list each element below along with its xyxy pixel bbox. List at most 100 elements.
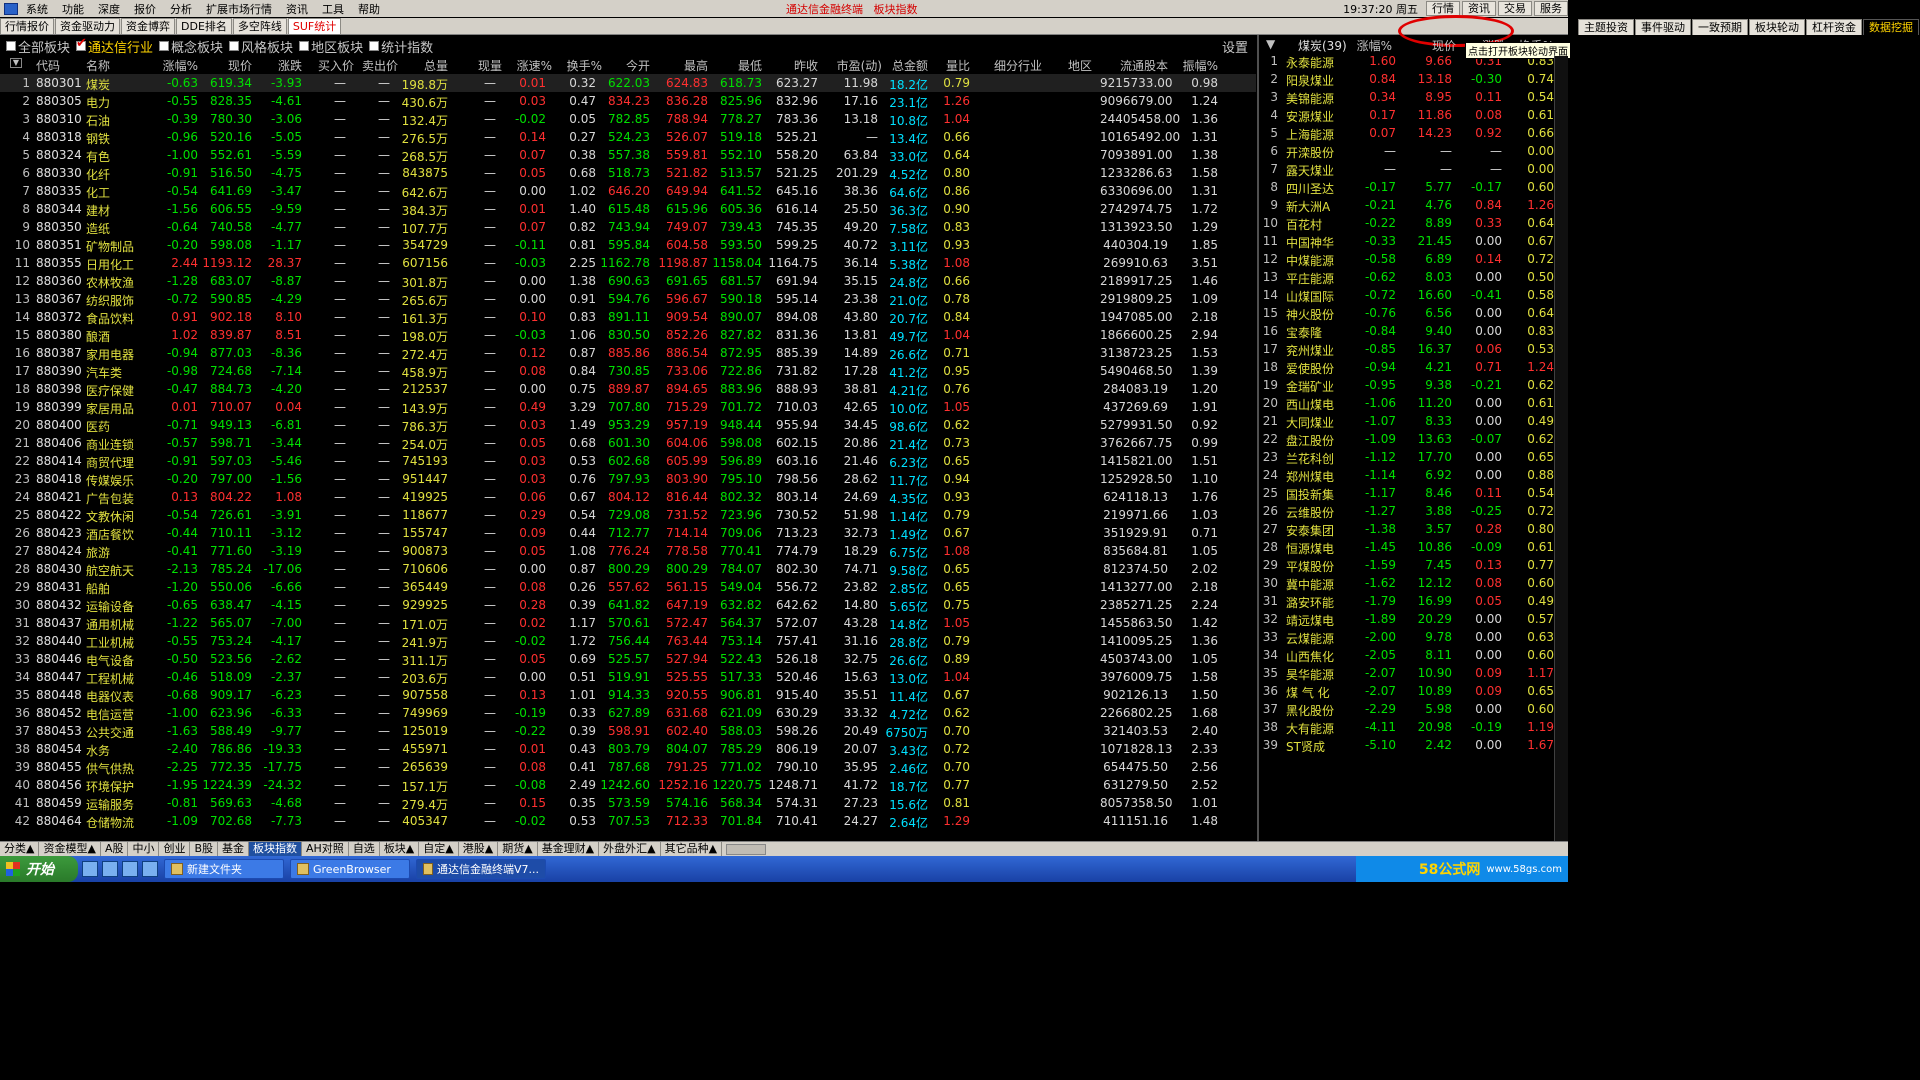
table-row[interactable]: 15 880380 酿酒 1.02 839.87 8.51 — — 198.0万 — -0.03 1.… — [0, 326, 1256, 344]
table-row[interactable]: 3 880310 石油 -0.39 780.30 -3.06 — — 132.4万 — -0.02 0… — [0, 110, 1256, 128]
menu-item[interactable]: 资讯 — [278, 1, 314, 17]
panel-divider[interactable] — [1257, 35, 1259, 841]
table-row[interactable]: 13 880367 纺织服饰 -0.72 590.85 -4.29 — — 265.6万 — 0.0… — [0, 290, 1256, 308]
table-row[interactable]: 33 880446 电气设备 -0.50 523.56 -2.62 — — 311.1万 — 0.0… — [0, 650, 1256, 668]
table-row[interactable]: 42 880464 仓储物流 -1.09 702.68 -7.73 — — 405347 — -0.… — [0, 812, 1256, 830]
panel-expand-icon[interactable]: ▼ — [1266, 37, 1275, 51]
menu-item[interactable]: 扩展市场行情 — [198, 1, 278, 17]
constituent-row[interactable]: 37 黑化股份 -2.29 5.98 0.00 0.60 — [1260, 700, 1560, 718]
constituent-row[interactable]: 34 山西焦化 -2.05 8.11 0.00 0.60 — [1260, 646, 1560, 664]
constituent-row[interactable]: 14 山煤国际 -0.72 16.60 -0.41 0.58 — [1260, 286, 1560, 304]
right-tab-2[interactable]: 一致预期 — [1692, 19, 1748, 35]
filter-checkbox[interactable] — [229, 41, 240, 51]
table-row[interactable]: 26 880423 酒店餐饮 -0.44 710.11 -3.12 — — 155747 — 0.0… — [0, 524, 1256, 542]
table-row[interactable]: 38 880454 水务 -2.40 786.86 -19.33 — — 455971 — 0.01… — [0, 740, 1256, 758]
table-row[interactable]: 17 880390 汽车类 -0.98 724.68 -7.14 — — 458.9万 — 0.08… — [0, 362, 1256, 380]
filter-2[interactable]: 概念板块 — [159, 37, 223, 56]
filter-checkbox[interactable] — [299, 41, 310, 51]
market-tab-2[interactable]: A股 — [101, 842, 129, 856]
constituent-row[interactable]: 22 盘江股份 -1.09 13.63 -0.07 0.62 — [1260, 430, 1560, 448]
constituent-row[interactable]: 6 开滦股份 — — — 0.00 — [1260, 142, 1560, 160]
table-row[interactable]: 18 880398 医疗保健 -0.47 884.73 -4.20 — — 212537 — 0.0… — [0, 380, 1256, 398]
tab-0[interactable]: 行情报价 — [0, 18, 54, 34]
col-header-12[interactable]: 最高 — [654, 57, 708, 74]
constituent-row[interactable]: 13 平庄能源 -0.62 8.03 0.00 0.50 — [1260, 268, 1560, 286]
filter-3[interactable]: 风格板块 — [229, 37, 293, 56]
table-row[interactable]: 12 880360 农林牧渔 -1.28 683.07 -8.87 — — 301.8万 — 0.0… — [0, 272, 1256, 290]
market-tab-3[interactable]: 中小 — [128, 842, 160, 856]
tab-4[interactable]: 多空阵线 — [232, 18, 287, 34]
constituent-row[interactable]: 23 兰花科创 -1.12 17.70 0.00 0.65 — [1260, 448, 1560, 466]
market-tab-12[interactable]: 港股▲ — [459, 842, 499, 856]
table-row[interactable]: 7 880335 化工 -0.54 641.69 -3.47 — — 642.6万 — 0.00 1.… — [0, 182, 1256, 200]
table-row[interactable]: 39 880455 供气供热 -2.25 772.35 -17.75 — — 265639 — 0.… — [0, 758, 1256, 776]
market-tab-16[interactable]: 其它品种▲ — [661, 842, 723, 856]
col-header-13[interactable]: 最低 — [710, 57, 762, 74]
market-tab-11[interactable]: 自定▲ — [419, 842, 459, 856]
table-row[interactable]: 20 880400 医药 -0.71 949.13 -6.81 — — 786.3万 — 0.03 1… — [0, 416, 1256, 434]
col-header-16[interactable]: 总金额 — [880, 57, 928, 74]
table-row[interactable]: 29 880431 船舶 -1.20 550.06 -6.66 — — 365449 — 0.08 0… — [0, 578, 1256, 596]
settings-button[interactable]: 设置 — [1222, 37, 1248, 56]
vertical-scrollbar[interactable] — [1554, 56, 1568, 841]
constituent-row[interactable]: 36 煤 气 化 -2.07 10.89 0.09 0.65 — [1260, 682, 1560, 700]
constituent-row[interactable]: 7 露天煤业 — — — 0.00 — [1260, 160, 1560, 178]
filter-checkbox[interactable] — [76, 36, 87, 51]
task-button-2[interactable]: 通达信金融终端V7... — [416, 859, 546, 879]
filter-checkbox[interactable] — [159, 41, 170, 51]
table-row[interactable]: 8 880344 建材 -1.56 606.55 -9.59 — — 384.3万 — 0.01 1.… — [0, 200, 1256, 218]
constituent-row[interactable]: 9 新大洲A -0.21 4.76 0.84 1.26 — [1260, 196, 1560, 214]
col-header-14[interactable]: 昨收 — [766, 57, 818, 74]
constituent-row[interactable]: 39 ST贤成 -5.10 2.42 0.00 1.67 — [1260, 736, 1560, 754]
col-header-0[interactable]: 代码 — [36, 57, 86, 74]
table-row[interactable]: 14 880372 食品饮料 0.91 902.18 8.10 — — 161.3万 — 0.10 0… — [0, 308, 1256, 326]
table-row[interactable]: 27 880424 旅游 -0.41 771.60 -3.19 — — 900873 — 0.05 1… — [0, 542, 1256, 560]
constituent-row[interactable]: 29 平煤股份 -1.59 7.45 0.13 0.77 — [1260, 556, 1560, 574]
col-header-15[interactable]: 市盈(动) — [826, 57, 882, 74]
tab-3[interactable]: DDE排名 — [176, 18, 232, 34]
market-tab-0[interactable]: 分类▲ — [0, 842, 40, 856]
constituent-row[interactable]: 33 云煤能源 -2.00 9.78 0.00 0.63 — [1260, 628, 1560, 646]
constituent-row[interactable]: 2 阳泉煤业 0.84 13.18 -0.30 0.74 — [1260, 70, 1560, 88]
horizontal-scrollbar[interactable] — [726, 843, 767, 855]
table-row[interactable]: 6 880330 化纤 -0.91 516.50 -4.75 — — 843875 — 0.05 0.… — [0, 164, 1256, 182]
filter-5[interactable]: 统计指数 — [369, 37, 433, 56]
constituent-row[interactable]: 32 靖远煤电 -1.89 20.29 0.00 0.57 — [1260, 610, 1560, 628]
constituent-row[interactable]: 26 云维股份 -1.27 3.88 -0.25 0.72 — [1260, 502, 1560, 520]
col-header-6[interactable]: 卖出价 — [354, 57, 398, 74]
filter-checkbox[interactable] — [369, 41, 380, 51]
table-row[interactable]: 24 880421 广告包装 0.13 804.22 1.08 — — 419925 — 0.06 0… — [0, 488, 1256, 506]
constituent-row[interactable]: 10 百花村 -0.22 8.89 0.33 0.64 — [1260, 214, 1560, 232]
table-row[interactable]: 5 880324 有色 -1.00 552.61 -5.59 — — 268.5万 — 0.07 0.… — [0, 146, 1256, 164]
col-header-11[interactable]: 今开 — [600, 57, 650, 74]
constituent-row[interactable]: 5 上海能源 0.07 14.23 0.92 0.66 — [1260, 124, 1560, 142]
top-button[interactable]: 行情 — [1426, 1, 1460, 16]
top-button[interactable]: 资讯 — [1462, 1, 1496, 16]
market-tab-9[interactable]: 自选 — [349, 842, 380, 856]
constituent-row[interactable]: 20 西山煤电 -1.06 11.20 0.00 0.61 — [1260, 394, 1560, 412]
table-row[interactable]: 28 880430 航空航天 -2.13 785.24 -17.06 — — 710606 — 0.… — [0, 560, 1256, 578]
table-row[interactable]: 23 880418 传媒娱乐 -0.20 797.00 -1.56 — — 951447 — 0.0… — [0, 470, 1256, 488]
ie-icon[interactable] — [102, 861, 118, 877]
col-header-20[interactable]: 流通股本 — [1100, 57, 1168, 74]
tab-1[interactable]: 资金驱动力 — [55, 18, 120, 34]
market-tab-4[interactable]: 创业 — [159, 842, 191, 856]
col-header-1[interactable]: 名称 — [86, 57, 146, 74]
table-row[interactable]: 16 880387 家用电器 -0.94 877.03 -8.36 — — 272.4万 — 0.1… — [0, 344, 1256, 362]
constituent-row[interactable]: 17 兖州煤业 -0.85 16.37 0.06 0.53 — [1260, 340, 1560, 358]
col-header-3[interactable]: 现价 — [200, 57, 252, 74]
filter-4[interactable]: 地区板块 — [299, 37, 363, 56]
market-tab-14[interactable]: 基金理财▲ — [538, 842, 600, 856]
show-desktop-icon[interactable] — [82, 861, 98, 877]
table-row[interactable]: 30 880432 运输设备 -0.65 638.47 -4.15 — — 929925 — 0.2… — [0, 596, 1256, 614]
menu-item[interactable]: 深度 — [90, 1, 126, 17]
col-header-8[interactable]: 现量 — [462, 57, 502, 74]
top-button[interactable]: 服务 — [1534, 1, 1568, 16]
menu-item[interactable]: 系统 — [18, 1, 54, 17]
task-button-1[interactable]: GreenBrowser — [290, 859, 410, 879]
constituent-row[interactable]: 8 四川圣达 -0.17 5.77 -0.17 0.60 — [1260, 178, 1560, 196]
constituent-row[interactable]: 19 金瑞矿业 -0.95 9.38 -0.21 0.62 — [1260, 376, 1560, 394]
constituent-row[interactable]: 38 大有能源 -4.11 20.98 -0.19 1.19 — [1260, 718, 1560, 736]
col-header-2[interactable]: 涨幅% — [150, 57, 198, 74]
table-row[interactable]: 10 880351 矿物制品 -0.20 598.08 -1.17 — — 354729 — -0.… — [0, 236, 1256, 254]
